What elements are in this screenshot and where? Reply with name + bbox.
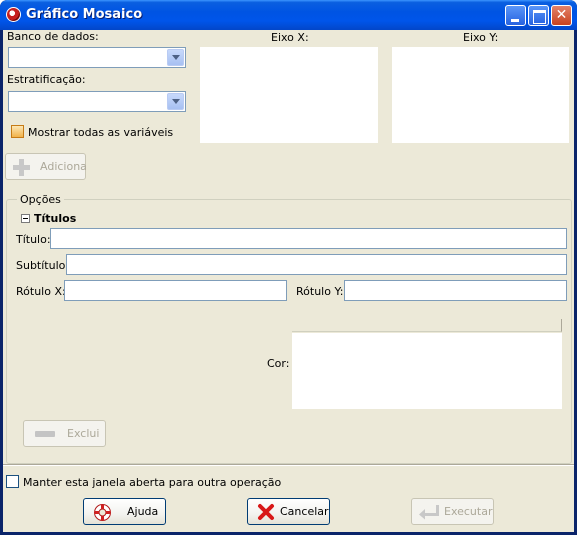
y-axis-label: Eixo Y:: [463, 31, 499, 44]
enter-arrow-icon: [419, 505, 439, 520]
minimize-button[interactable]: [505, 5, 526, 26]
y-axis-list[interactable]: [392, 47, 569, 143]
y-label-input[interactable]: [344, 280, 567, 301]
help-button[interactable]: Ajuda: [83, 498, 166, 525]
x-axis-list[interactable]: [200, 47, 378, 143]
title-input[interactable]: [50, 228, 567, 249]
remove-button[interactable]: Exclui: [23, 420, 106, 447]
dialog-body: Banco de dados: Estratificação: Mostrar …: [3, 30, 574, 532]
cancel-button-label: Cancelar: [280, 505, 329, 518]
show-all-label[interactable]: Mostrar todas as variáveis: [28, 126, 173, 139]
cancel-button[interactable]: Cancelar: [247, 498, 330, 525]
title-bar[interactable]: Gráfico Mosaico ✕: [0, 0, 577, 30]
keep-open-checkbox[interactable]: [6, 475, 19, 488]
x-label-input[interactable]: [64, 280, 287, 301]
plus-icon: [13, 159, 30, 176]
x-axis-label: Eixo X:: [271, 31, 309, 44]
lifebuoy-icon: [94, 504, 111, 521]
options-group-label: Opções: [17, 193, 64, 206]
maximize-button[interactable]: [528, 5, 549, 26]
subtitle-label: Subtítulo:: [16, 259, 70, 272]
execute-button-label: Executar: [444, 505, 493, 518]
subtitle-input[interactable]: [66, 254, 567, 275]
show-all-checkbox[interactable]: [11, 125, 24, 138]
color-label: Cor:: [267, 357, 290, 370]
footer-divider-highlight: [3, 465, 574, 466]
title-label: Título:: [16, 233, 51, 246]
titles-section-label[interactable]: Títulos: [34, 212, 76, 225]
keep-open-label[interactable]: Manter esta janela aberta para outra ope…: [23, 476, 281, 489]
color-list-header: [292, 319, 562, 332]
x-label-label: Rótulo X:: [16, 285, 66, 298]
database-combobox[interactable]: [8, 47, 186, 68]
collapse-minus-icon[interactable]: [21, 214, 30, 223]
chevron-down-icon[interactable]: [167, 93, 184, 110]
execute-button[interactable]: Executar: [411, 498, 494, 525]
color-list[interactable]: [292, 333, 562, 409]
chevron-down-icon[interactable]: [167, 49, 184, 66]
add-button-label: Adiciona: [40, 160, 87, 173]
stratification-combobox[interactable]: [8, 91, 186, 112]
window-title: Gráfico Mosaico: [26, 7, 143, 22]
database-label: Banco de dados:: [7, 30, 99, 43]
add-button[interactable]: Adiciona: [5, 153, 87, 180]
stratification-label: Estratificação:: [7, 73, 86, 86]
remove-button-label: Exclui: [67, 427, 100, 440]
dialog-window: Gráfico Mosaico ✕ Banco de dados: Estrat…: [0, 0, 577, 535]
app-icon: [6, 7, 21, 22]
close-icon: ✕: [555, 7, 568, 23]
red-x-icon: [258, 504, 274, 520]
y-label-label: Rótulo Y:: [296, 285, 344, 298]
minus-icon: [35, 431, 55, 437]
help-button-label: Ajuda: [127, 505, 159, 518]
close-button[interactable]: ✕: [551, 5, 572, 26]
